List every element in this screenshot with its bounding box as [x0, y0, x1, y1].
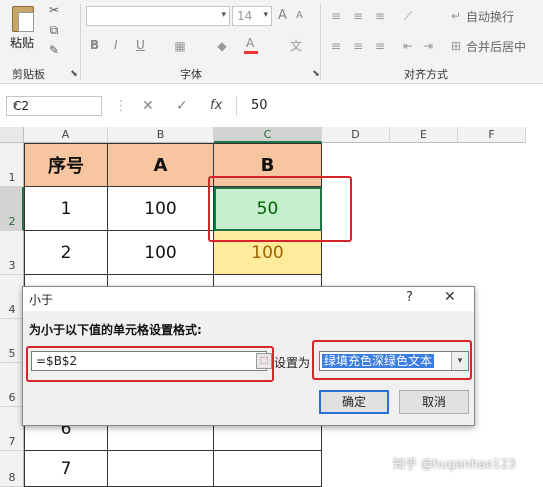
align-left-icon[interactable]: ≡ — [328, 38, 344, 54]
cell-b1[interactable]: A — [108, 143, 214, 187]
border-icon[interactable]: ▦ — [172, 38, 188, 54]
font-size-combo[interactable]: 14 ▾ — [232, 6, 272, 26]
insert-function-icon[interactable]: fx — [210, 98, 222, 113]
font-size-value: 14 — [237, 9, 253, 23]
cell-b8[interactable] — [108, 451, 214, 487]
row-number: 6 — [8, 391, 16, 404]
row-header[interactable]: 7 — [0, 407, 24, 451]
row-header[interactable]: 5 — [0, 319, 24, 363]
row-number: 2 — [8, 215, 16, 228]
row-header[interactable]: 1 — [0, 143, 24, 187]
dialog-titlebar: 小于 ? ✕ — [23, 287, 474, 311]
watermark: 知乎 @huganhao123 — [393, 457, 516, 471]
paste-sheet-icon — [18, 12, 34, 32]
ribbon-separator — [80, 4, 81, 80]
font-group-label: 字体 — [180, 68, 202, 81]
formula-input[interactable]: 50 — [236, 96, 543, 116]
indent-decrease-icon[interactable]: ⇤ — [400, 38, 416, 54]
align-middle-icon[interactable]: ≡ — [350, 8, 366, 24]
paste-button[interactable] — [6, 4, 42, 60]
dialog-instruction: 为小于以下值的单元格设置格式: — [29, 323, 202, 337]
chevron-down-icon: ▾ — [221, 10, 226, 20]
font-launcher-icon[interactable]: ⬊ — [308, 66, 324, 82]
cell-b2[interactable]: 100 — [108, 187, 214, 231]
row-number: 7 — [8, 435, 16, 448]
column-header-e[interactable]: E — [390, 127, 458, 143]
column-header-d[interactable]: D — [322, 127, 390, 143]
ribbon: 粘贴 ✂ ⧉ ✎ 剪贴板 ⬊ ▾ 14 ▾ A A B I U ▦ ◆ A 文 … — [0, 0, 543, 84]
row-header[interactable]: 2 — [0, 187, 24, 231]
column-header-f[interactable]: F — [458, 127, 526, 143]
row-number: 5 — [8, 347, 16, 360]
highlight-box-input — [26, 346, 274, 382]
column-header-c[interactable]: C — [214, 127, 322, 143]
cell-b3[interactable]: 100 — [108, 231, 214, 275]
font-name-combo[interactable]: ▾ — [86, 6, 230, 26]
align-top-icon[interactable]: ≡ — [328, 8, 344, 24]
paste-label: 粘贴 — [10, 36, 35, 50]
row-number: 3 — [8, 259, 16, 272]
set-as-label: 设置为 — [274, 356, 311, 370]
copy-icon[interactable]: ⧉ — [46, 22, 62, 38]
confirm-entry-icon[interactable]: ✓ — [176, 98, 188, 114]
cell-a8[interactable]: 7 — [24, 451, 108, 487]
underline-button[interactable]: U — [136, 38, 145, 52]
alignment-group-label: 对齐方式 — [404, 68, 448, 81]
ribbon-separator — [320, 4, 321, 80]
chevron-down-icon: ▾ — [263, 10, 268, 20]
font-color-swatch — [244, 51, 258, 54]
merge-center-icon[interactable]: ⊞ — [448, 38, 464, 54]
cell-a3[interactable]: 2 — [24, 231, 108, 275]
cut-icon[interactable]: ✂ — [46, 2, 62, 18]
indent-increase-icon[interactable]: ⇥ — [420, 38, 436, 54]
italic-button[interactable]: I — [114, 38, 118, 52]
row-header[interactable]: 6 — [0, 363, 24, 407]
cell-a2[interactable]: 1 — [24, 187, 108, 231]
align-bottom-icon[interactable]: ≡ — [372, 8, 388, 24]
font-color-button[interactable]: A — [246, 36, 254, 50]
highlight-box-c2 — [208, 176, 352, 242]
shrink-font-icon[interactable]: A — [296, 10, 303, 21]
cancel-entry-icon[interactable]: ✕ — [142, 98, 154, 114]
row-number: 4 — [8, 303, 16, 316]
formula-value: 50 — [251, 98, 268, 113]
row-number: 1 — [8, 171, 16, 184]
clipboard-group-label: 剪贴板 — [12, 68, 45, 81]
row-number: 8 — [8, 471, 16, 484]
row-header[interactable]: 3 — [0, 231, 24, 275]
dialog-title: 小于 — [29, 293, 54, 307]
merge-center-label[interactable]: 合并后居中 — [466, 38, 526, 55]
fill-color-icon[interactable]: ◆ — [214, 38, 230, 54]
formula-bar: C2 ▾ ⋮ ✕ ✓ fx 50 — [0, 94, 543, 118]
grow-font-icon[interactable]: A — [278, 8, 287, 23]
phonetic-icon[interactable]: 文 — [288, 38, 304, 54]
row-header[interactable]: 4 — [0, 275, 24, 319]
format-painter-icon[interactable]: ✎ — [46, 42, 62, 58]
name-box[interactable]: C2 ▾ — [6, 96, 102, 116]
wrap-text-icon[interactable]: ↵ — [448, 8, 464, 24]
chevron-down-icon: ▾ — [13, 101, 18, 111]
bold-button[interactable]: B — [90, 38, 99, 52]
orientation-icon[interactable]: ⟋ — [400, 8, 416, 24]
highlight-box-format — [312, 340, 472, 380]
align-center-icon[interactable]: ≡ — [350, 38, 366, 54]
align-right-icon[interactable]: ≡ — [372, 38, 388, 54]
column-header-b[interactable]: B — [108, 127, 214, 143]
wrap-text-label[interactable]: 自动换行 — [466, 8, 514, 25]
cancel-button[interactable]: 取消 — [399, 390, 469, 414]
cell-c8[interactable] — [214, 451, 322, 487]
column-header-a[interactable]: A — [24, 127, 108, 143]
close-icon[interactable]: ✕ — [444, 289, 456, 305]
help-icon[interactable]: ? — [406, 290, 413, 305]
select-all-corner[interactable] — [0, 127, 24, 143]
row-header[interactable]: 8 — [0, 451, 24, 487]
ok-button[interactable]: 确定 — [319, 390, 389, 414]
cell-a1[interactable]: 序号 — [24, 143, 108, 187]
more-icon: ⋮ — [114, 98, 128, 114]
